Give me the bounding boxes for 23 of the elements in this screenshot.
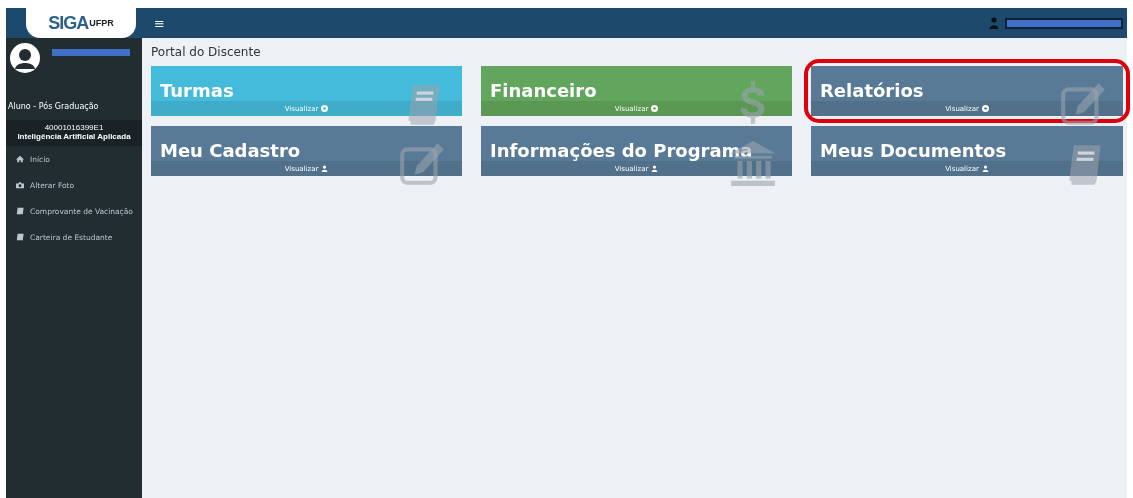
avatar-icon [10, 43, 40, 73]
tile-title: Informações do Programa [489, 140, 754, 161]
user-role: Aluno - Pós Graduação [7, 100, 100, 113]
page-title: Portal do Discente [151, 45, 262, 59]
tile-title: Meu Cadastro [159, 140, 302, 161]
registration-number: 40001016399E1 [44, 123, 104, 132]
tile-title: Financeiro [489, 80, 598, 101]
user-icon [321, 165, 329, 172]
arrow-circle-icon [651, 105, 659, 112]
program-name: Inteligência Artificial Aplicada [17, 132, 131, 141]
book-icon [16, 233, 24, 241]
user-icon[interactable] [989, 17, 999, 29]
arrow-circle-icon [321, 105, 329, 112]
arrow-circle-icon [981, 105, 989, 112]
book-icon [16, 207, 24, 215]
user-icon [651, 165, 659, 172]
menu-icon[interactable]: ≡ [154, 15, 165, 31]
tile-title: Turmas [159, 80, 235, 101]
home-icon [16, 155, 24, 163]
tile-title: Relatórios [819, 80, 925, 101]
tile-title: Meus Documentos [819, 140, 1008, 161]
camera-icon [16, 181, 24, 189]
user-icon [981, 165, 989, 172]
